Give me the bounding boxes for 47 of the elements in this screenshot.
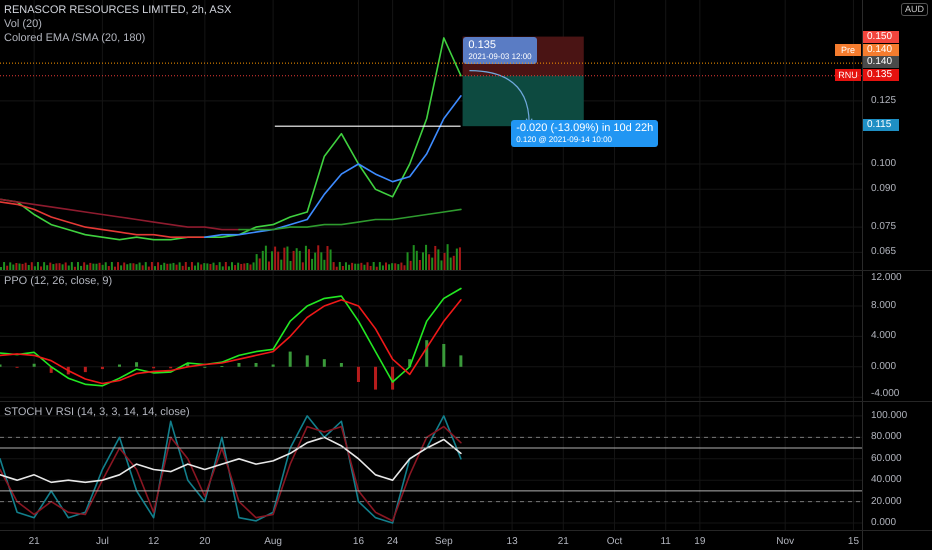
axis-tick-label: -4.000	[871, 387, 900, 401]
time-axis-label: 21	[28, 535, 40, 548]
time-axis-label: 16	[352, 535, 364, 548]
time-axis-label: 11	[660, 535, 671, 548]
time-axis-label: Sep	[434, 535, 453, 548]
time-axis-label: 15	[848, 535, 860, 548]
time-axis-label: Aug	[264, 535, 282, 548]
axis-tick-label: 80.000	[871, 430, 902, 444]
indicator-label: STOCH V RSI (14, 3, 3, 14, 14, close)	[4, 406, 190, 419]
axis-tick-label: 60.000	[871, 452, 902, 466]
axis-tick-label: 100.000	[871, 408, 908, 423]
measure-label: -0.020 (-13.09%) in 10d 22h 0.120 @ 2021-09-14 10:00	[511, 120, 658, 147]
axis-tick-label: 0.065	[871, 245, 896, 260]
chart-title: RENASCOR RESOURCES LIMITED, 2h, ASX	[4, 4, 232, 17]
time-axis-label: 20	[199, 535, 210, 548]
price-tag: 0.150	[863, 30, 899, 43]
price-tag: 0.115	[863, 119, 899, 132]
measure-label: 0.135 2021-09-03 12:00	[463, 36, 537, 64]
time-axis-label: Oct	[606, 535, 622, 548]
currency-badge[interactable]: AUD	[900, 3, 928, 16]
indicator-label: Vol (20)	[4, 18, 43, 31]
time-axis-label: 24	[387, 535, 398, 548]
indicator-label: PPO (12, 26, close, 9)	[4, 275, 112, 288]
axis-tick-label: 4.000	[871, 329, 896, 344]
axis-tick-label: 40.000	[871, 473, 902, 488]
time-axis-label: 19	[694, 535, 706, 548]
time-axis-label: 12	[148, 535, 160, 548]
axis-tick-label: 0.000	[871, 360, 896, 374]
time-axis-label: 21	[558, 535, 569, 548]
axis-tick-label: 0.100	[871, 157, 896, 172]
axis-tick-label: 0.125	[871, 94, 896, 108]
horizontal-line[interactable]	[274, 126, 461, 127]
axis-tick-label: 20.000	[871, 494, 902, 509]
price-tag: 0.140	[863, 56, 899, 68]
axis-tick-label: 12.000	[871, 271, 902, 285]
indicator-label: Colored EMA /SMA (20, 180)	[4, 32, 146, 45]
axis-tick-label: 0.075	[871, 220, 896, 234]
axis-tick-label: 0.000	[871, 516, 896, 530]
time-axis-label: Nov	[776, 535, 794, 548]
price-tag-name: RNU	[835, 68, 861, 81]
axis-tick-label: 8.000	[871, 298, 896, 313]
price-tag: 0.140	[863, 44, 899, 56]
time-axis-label: Jul	[96, 535, 109, 548]
price-tag-name: Pre	[835, 44, 861, 56]
time-axis-label: 13	[506, 535, 518, 548]
axis-tick-label: 0.090	[871, 182, 896, 196]
price-tag: 0.135	[863, 68, 899, 81]
